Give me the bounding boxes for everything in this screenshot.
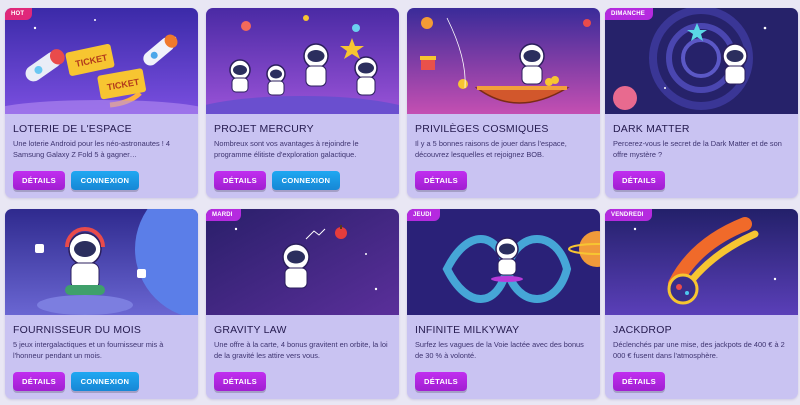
card-badge: MARDI — [206, 209, 241, 221]
card-title: DARK MATTER — [613, 123, 690, 135]
card-title: GRAVITY LAW — [214, 324, 287, 336]
card-illustration-comet: VENDREDI — [605, 209, 798, 315]
card-description: Nombreux sont vos avantages à rejoindre … — [214, 139, 359, 159]
connect-button[interactable]: CONNEXION — [71, 372, 139, 391]
card-illustration-astronaut-apple: MARDI — [206, 209, 399, 315]
promotions-grid: TICKET TICKET HOT LOTERIE DE L'ESPACE Un… — [0, 0, 800, 405]
card-illustration-astronaut-boat — [407, 8, 600, 114]
promo-card-fournisseur[interactable]: FOURNISSEUR DU MOIS 5 jeux intergalactiq… — [5, 209, 198, 399]
promo-card-gravity-law[interactable]: MARDI GRAVITY LAW Une offre à la carte, … — [206, 209, 399, 399]
card-title: PRIVILÈGES COSMIQUES — [415, 123, 549, 135]
card-description: Percerez-vous le secret de la Dark Matte… — [613, 139, 782, 159]
promo-card-infinite-milkyway[interactable]: JEUDI INFINITE MILKYWAY Surfez les vague… — [407, 209, 600, 399]
card-badge: JEUDI — [407, 209, 440, 221]
card-illustration-astronaut-infinity: JEUDI — [407, 209, 600, 315]
details-button[interactable]: DÉTAILS — [13, 171, 65, 190]
card-title: INFINITE MILKYWAY — [415, 324, 520, 336]
details-button[interactable]: DÉTAILS — [613, 171, 665, 190]
card-description: Surfez les vagues de la Voie lactée avec… — [415, 340, 584, 360]
card-illustration-astronaut-gamer — [5, 209, 198, 315]
card-description: Une offre à la carte, 4 bonus gravitent … — [214, 340, 388, 360]
details-button[interactable]: DÉTAILS — [613, 372, 665, 391]
card-description: Déclenchés par une mise, des jackpots de… — [613, 340, 785, 360]
details-button[interactable]: DÉTAILS — [415, 372, 467, 391]
card-description: Il y a 5 bonnes raisons de jouer dans l'… — [415, 139, 567, 159]
promo-card-privileges-cosmiques[interactable]: PRIVILÈGES COSMIQUES Il y a 5 bonnes rai… — [407, 8, 600, 198]
card-badge: HOT — [5, 8, 33, 20]
details-button[interactable]: DÉTAILS — [214, 372, 266, 391]
card-badge: DIMANCHE — [605, 8, 653, 20]
promo-card-projet-mercury[interactable]: PROJET MERCURY Nombreux sont vos avantag… — [206, 8, 399, 198]
connect-button[interactable]: CONNEXION — [272, 171, 340, 190]
card-illustration-astronaut-vortex: DIMANCHE — [605, 8, 798, 114]
promo-card-jackdrop[interactable]: VENDREDI JACKDROP Déclenchés par une mis… — [605, 209, 798, 399]
details-button[interactable]: DÉTAILS — [214, 171, 266, 190]
details-button[interactable]: DÉTAILS — [13, 372, 65, 391]
card-badge: VENDREDI — [605, 209, 652, 221]
card-title: JACKDROP — [613, 324, 672, 336]
card-illustration-astronauts-group — [206, 8, 399, 114]
card-illustration-rocket-tickets: TICKET TICKET HOT — [5, 8, 198, 114]
promo-card-dark-matter[interactable]: DIMANCHE DARK MATTER Percerez-vous le se… — [605, 8, 798, 198]
card-title: LOTERIE DE L'ESPACE — [13, 123, 132, 135]
promo-card-loterie[interactable]: TICKET TICKET HOT LOTERIE DE L'ESPACE Un… — [5, 8, 198, 198]
card-description: 5 jeux intergalactiques et un fournisseu… — [13, 340, 164, 360]
details-button[interactable]: DÉTAILS — [415, 171, 467, 190]
card-description: Une loterie Android pour les néo-astrona… — [13, 139, 170, 159]
card-title: FOURNISSEUR DU MOIS — [13, 324, 142, 336]
connect-button[interactable]: CONNEXION — [71, 171, 139, 190]
card-title: PROJET MERCURY — [214, 123, 314, 135]
